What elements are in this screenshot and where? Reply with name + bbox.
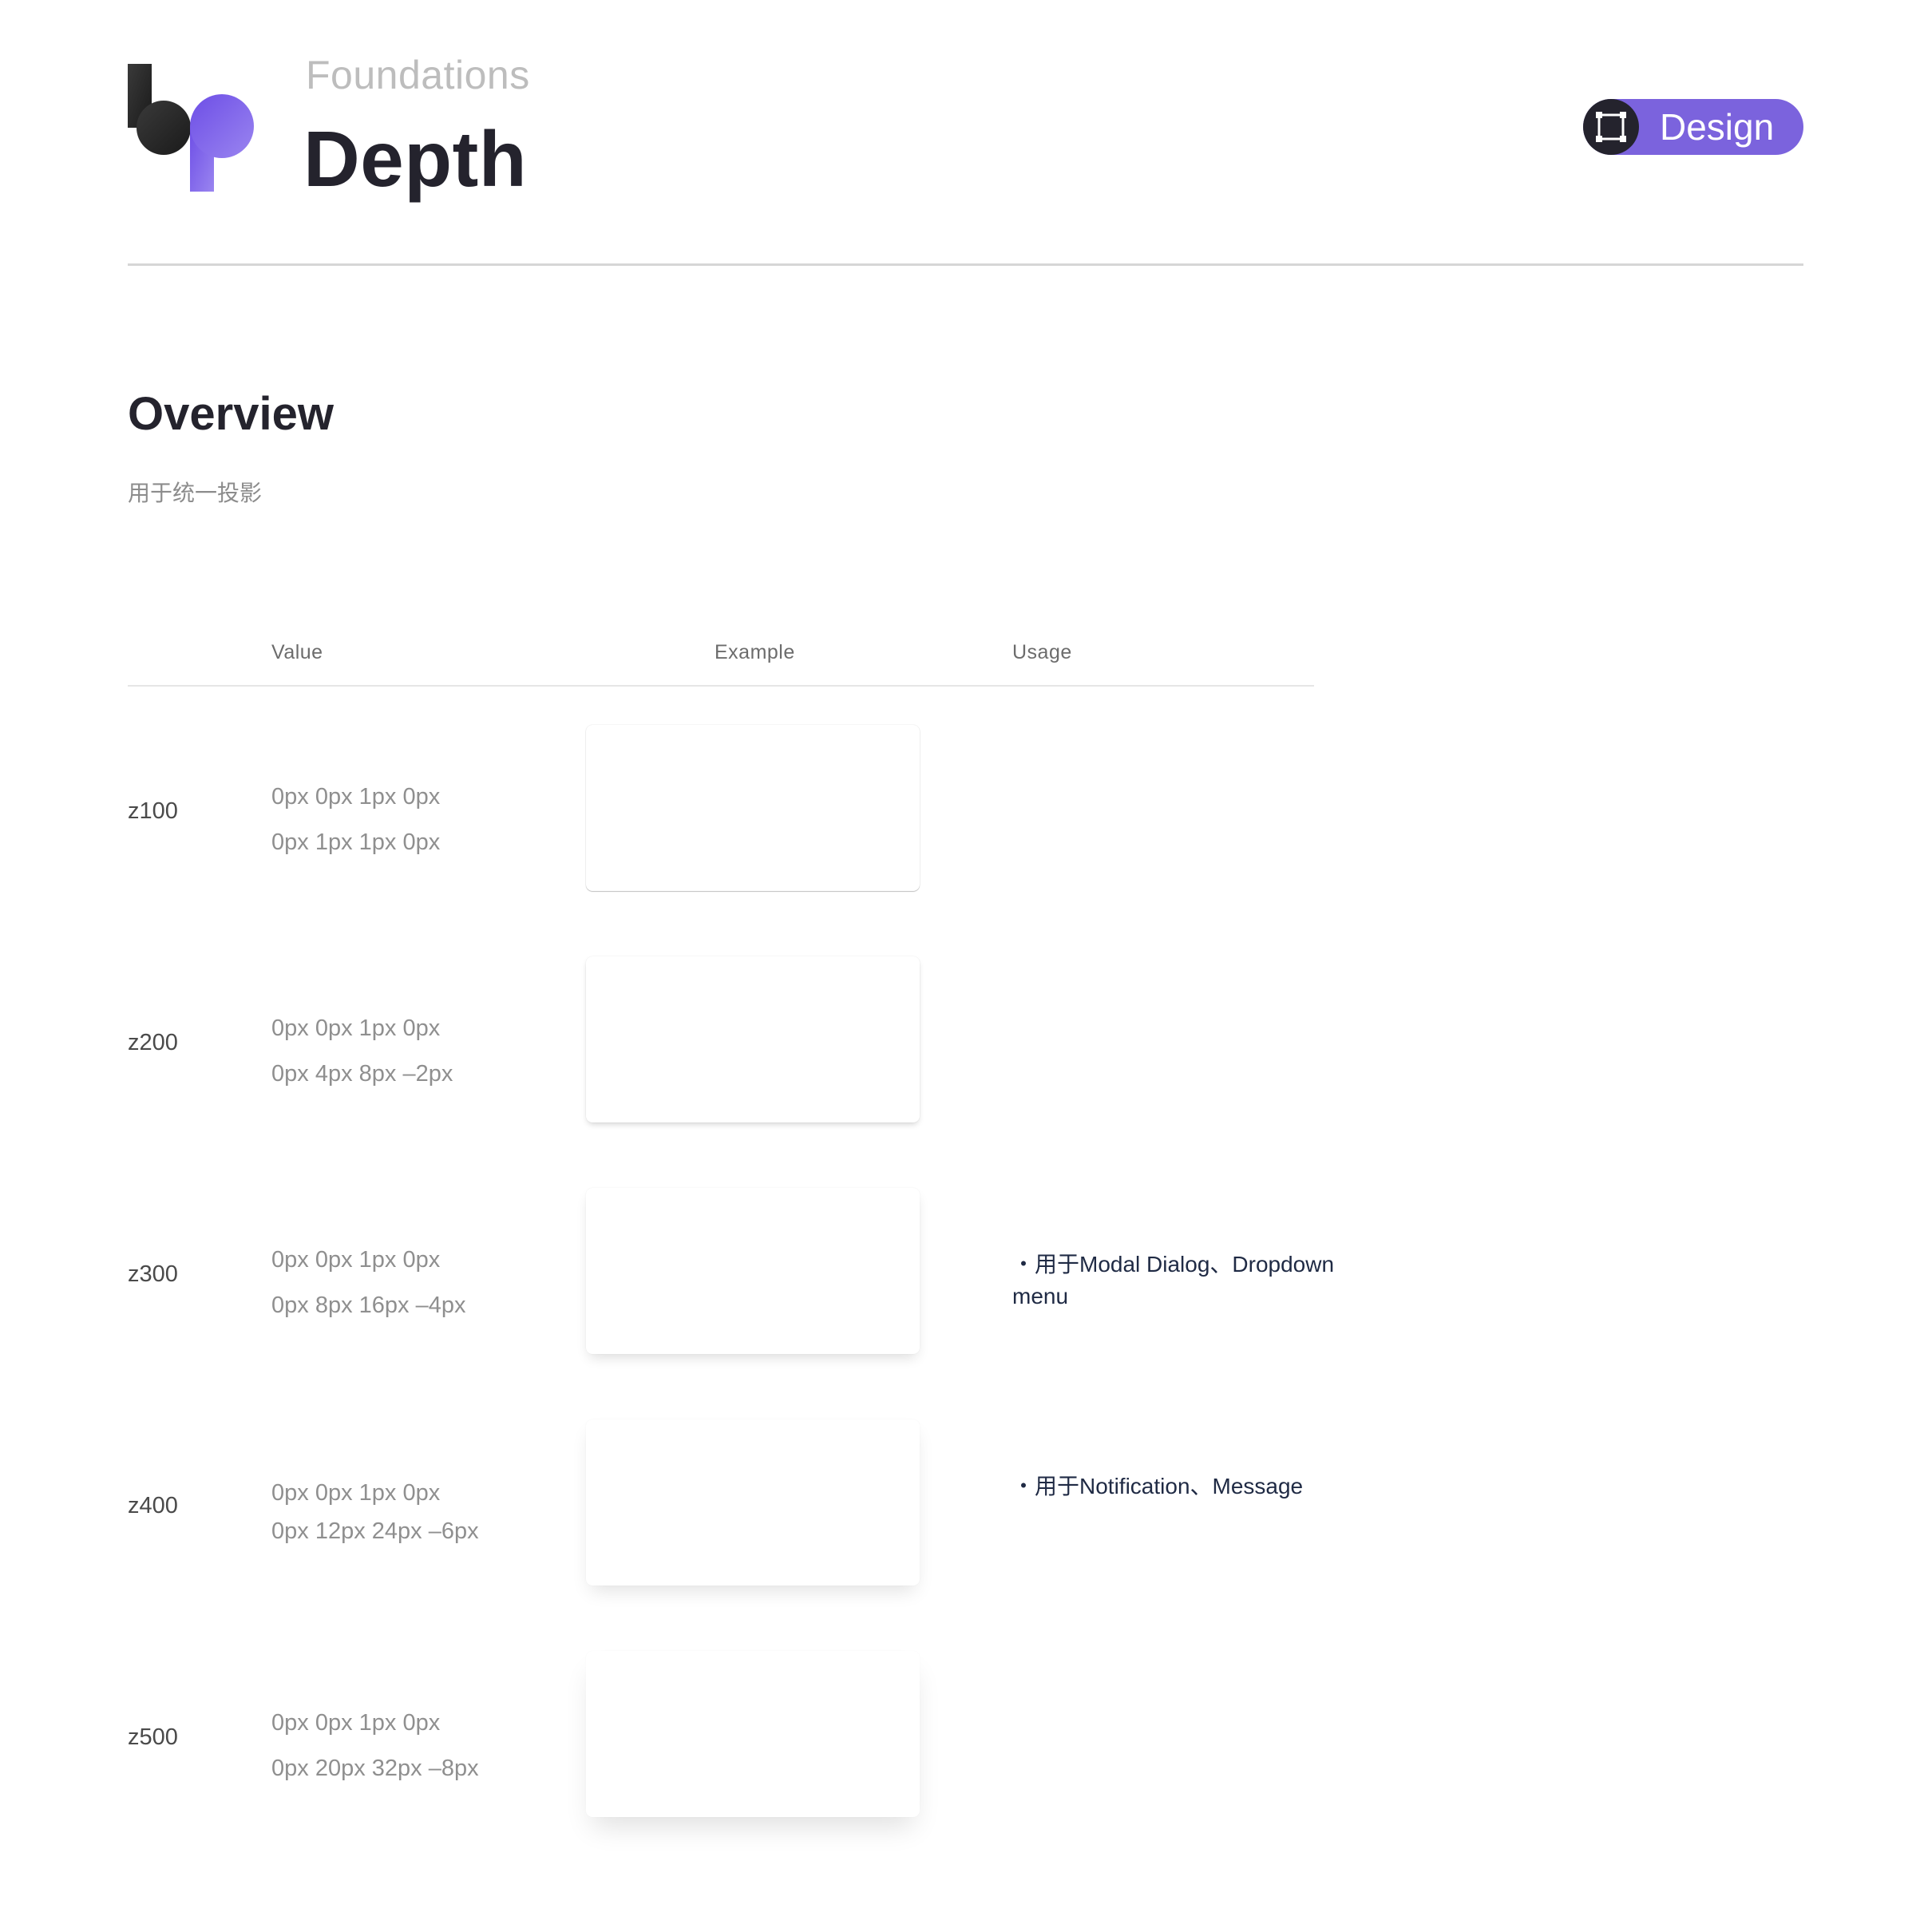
usage-text: ・用于Notification、Message	[1012, 1474, 1304, 1498]
shadow-values: 0px 0px 1px 0px 0px 12px 24px –6px	[271, 1474, 479, 1550]
column-header-example: Example	[715, 641, 795, 663]
shadow-example-card	[586, 956, 920, 1122]
design-badge[interactable]: Design	[1583, 99, 1803, 155]
depth-token-name: z100	[128, 798, 178, 824]
shadow-values: 0px 0px 1px 0px 0px 20px 32px –8px	[271, 1700, 479, 1791]
shadow-value: 0px 20px 32px –8px	[271, 1756, 479, 1781]
shadow-value: 0px 12px 24px –6px	[271, 1518, 479, 1544]
section-description: 用于统一投影	[128, 480, 263, 506]
usage-text: ・用于Modal Dialog、Dropdown menu	[1012, 1252, 1335, 1308]
table-row: z100 0px 0px 1px 0px 0px 1px 1px 0px	[128, 725, 1314, 893]
shadow-example-card	[586, 1651, 920, 1817]
shadow-value: 0px 0px 1px 0px	[271, 1710, 441, 1736]
shadow-value: 0px 0px 1px 0px	[271, 1480, 441, 1506]
column-header-usage: Usage	[1012, 641, 1072, 663]
shadow-example-card	[586, 1188, 920, 1354]
shadow-value: 0px 0px 1px 0px	[271, 784, 441, 810]
header-divider	[128, 263, 1803, 266]
column-header-value: Value	[271, 641, 323, 663]
table-row: z300 0px 0px 1px 0px 0px 8px 16px –4px ・…	[128, 1188, 1334, 1356]
shadow-value: 0px 4px 8px –2px	[271, 1061, 453, 1087]
depth-token-name: z200	[128, 1030, 178, 1055]
shadow-example-card	[586, 1419, 920, 1586]
table-row: z200 0px 0px 1px 0px 0px 4px 8px –2px	[128, 956, 1314, 1124]
brand-logo-icon	[128, 64, 254, 192]
section-title: Overview	[128, 388, 334, 440]
shadow-value: 0px 0px 1px 0px	[271, 1247, 441, 1273]
shadow-value: 0px 0px 1px 0px	[271, 1015, 441, 1041]
shadow-example-card	[586, 725, 920, 891]
brand-logo	[128, 64, 255, 192]
shadow-values: 0px 0px 1px 0px 0px 1px 1px 0px	[271, 774, 440, 865]
shadow-values: 0px 0px 1px 0px 0px 4px 8px –2px	[271, 1006, 453, 1097]
depth-token-name: z300	[128, 1261, 178, 1287]
depth-token-name: z400	[128, 1493, 178, 1518]
table-row: z500 0px 0px 1px 0px 0px 20px 32px –8px	[128, 1651, 1314, 1819]
page-eyebrow: Foundations	[306, 53, 530, 97]
depth-token-name: z500	[128, 1724, 178, 1750]
shadow-value: 0px 8px 16px –4px	[271, 1293, 466, 1318]
design-badge-label: Design	[1660, 106, 1775, 148]
page-title: Depth	[303, 115, 528, 203]
table-header: Value Example Usage	[128, 639, 1314, 687]
table-row: z400 0px 0px 1px 0px 0px 12px 24px –6px …	[128, 1419, 1314, 1587]
frame-icon	[1583, 99, 1639, 155]
shadow-values: 0px 0px 1px 0px 0px 8px 16px –4px	[271, 1237, 465, 1328]
shadow-value: 0px 1px 1px 0px	[271, 829, 441, 855]
